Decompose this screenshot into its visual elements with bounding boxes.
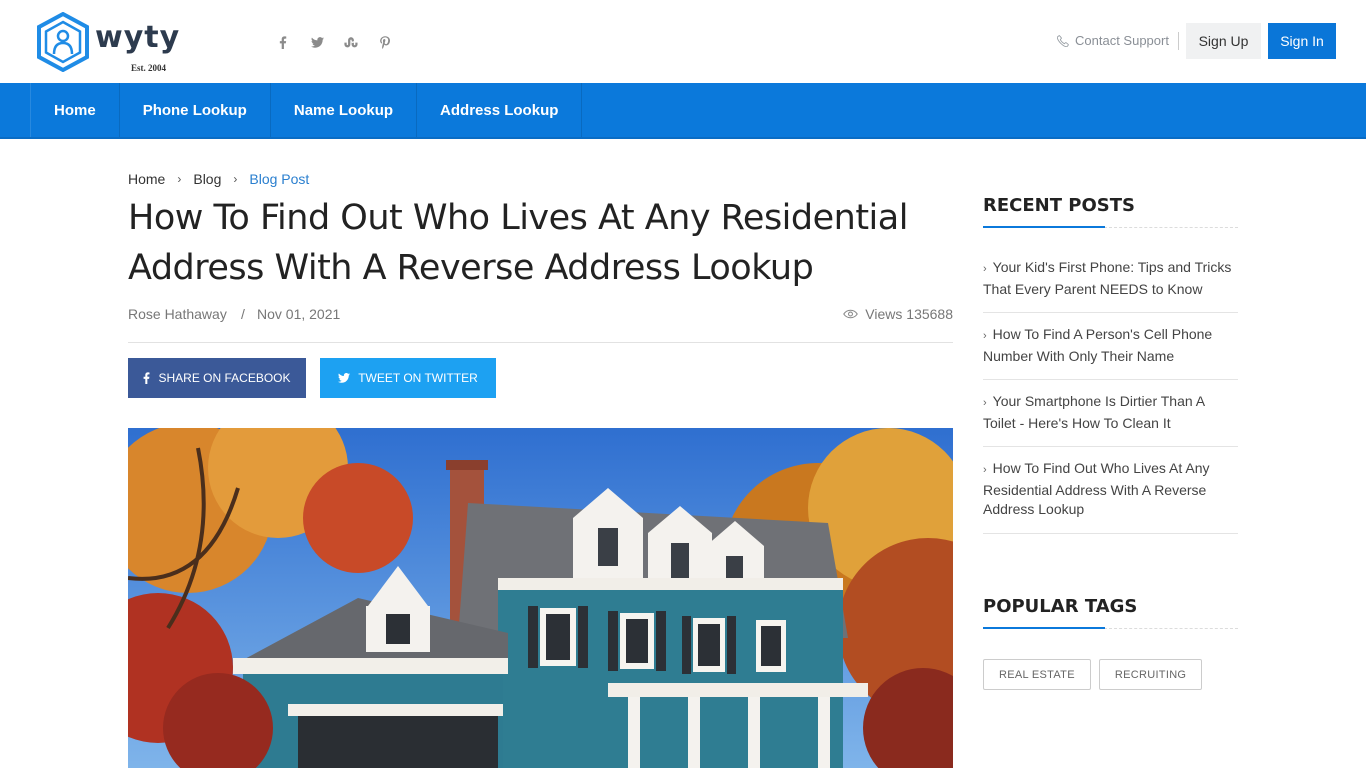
twitter-icon xyxy=(338,373,351,383)
contact-support-link[interactable]: Contact Support xyxy=(1057,33,1169,48)
share-twitter-button[interactable]: TWEET ON TWITTER xyxy=(320,358,496,398)
phone-icon xyxy=(1057,34,1069,47)
logo-wordmark: wyty xyxy=(95,20,181,55)
contact-support-label: Contact Support xyxy=(1075,33,1169,48)
list-item[interactable]: › How To Find A Person's Cell Phone Numbe… xyxy=(983,313,1238,380)
twitter-icon[interactable] xyxy=(310,34,324,50)
facebook-icon[interactable] xyxy=(276,34,290,50)
list-item[interactable]: › How To Find Out Who Lives At Any Reside… xyxy=(983,447,1238,534)
recent-posts-heading: RECENT POSTS xyxy=(983,195,1135,216)
sign-up-button[interactable]: Sign Up xyxy=(1186,23,1261,59)
logo-established: Est. 2004 xyxy=(131,63,167,73)
share-facebook-label: SHARE ON FACEBOOK xyxy=(158,371,291,385)
recent-post-title: How To Find A Person's Cell Phone Number… xyxy=(983,326,1213,364)
meta-separator: / xyxy=(241,306,245,322)
social-links xyxy=(276,34,392,50)
nav-item-home[interactable]: Home xyxy=(31,83,120,137)
breadcrumb: Home › Blog › Blog Post xyxy=(128,171,309,187)
recent-post-title: Your Kid's First Phone: Tips and Tricks … xyxy=(983,259,1232,297)
nav-item-phone-lookup[interactable]: Phone Lookup xyxy=(120,83,271,137)
site-header: wyty Est. 2004 Contact Support Sign Up S… xyxy=(0,0,1366,83)
breadcrumb-home[interactable]: Home xyxy=(128,171,165,187)
chevron-right-icon: › xyxy=(177,172,182,186)
chevron-right-icon: › xyxy=(983,263,987,275)
chevron-right-icon: › xyxy=(233,172,238,186)
article-hero-image xyxy=(128,428,953,768)
popular-tags: REAL ESTATE RECRUITING xyxy=(983,659,1203,690)
share-facebook-button[interactable]: SHARE ON FACEBOOK xyxy=(128,358,306,398)
header-divider xyxy=(1178,32,1179,50)
recent-posts-accent xyxy=(983,226,1105,228)
article-date: Nov 01, 2021 xyxy=(257,306,341,322)
chevron-right-icon: › xyxy=(983,464,987,476)
breadcrumb-blog[interactable]: Blog xyxy=(193,171,221,187)
logo-icon xyxy=(37,12,89,72)
recent-posts-list: › Your Kid's First Phone: Tips and Tricks… xyxy=(983,246,1238,534)
tag-recruiting[interactable]: RECRUITING xyxy=(1098,659,1203,690)
site-logo[interactable]: wyty Est. 2004 xyxy=(36,12,179,74)
main-nav: Home Phone Lookup Name Lookup Address Lo… xyxy=(0,83,1366,139)
article-views: Views 135688 xyxy=(843,306,953,322)
eye-icon xyxy=(843,309,859,319)
chevron-right-icon: › xyxy=(983,330,987,342)
facebook-icon xyxy=(144,372,150,384)
article-meta: Rose Hathaway / Nov 01, 2021 Views 13568… xyxy=(128,306,953,343)
tag-real-estate[interactable]: REAL ESTATE xyxy=(983,659,1091,690)
recent-post-title: Your Smartphone Is Dirtier Than A Toilet… xyxy=(983,393,1205,431)
list-item[interactable]: › Your Smartphone Is Dirtier Than A Toile… xyxy=(983,380,1238,447)
recent-post-title: How To Find Out Who Lives At Any Residen… xyxy=(983,460,1210,517)
popular-tags-accent xyxy=(983,627,1105,629)
pinterest-icon[interactable] xyxy=(378,34,392,50)
views-count: Views 135688 xyxy=(865,306,953,322)
nav-item-address-lookup[interactable]: Address Lookup xyxy=(417,83,583,137)
chevron-right-icon: › xyxy=(983,397,987,409)
breadcrumb-current: Blog Post xyxy=(249,171,310,187)
popular-tags-heading: POPULAR TAGS xyxy=(983,596,1138,617)
stumbleupon-icon[interactable] xyxy=(344,34,358,50)
article-title: How To Find Out Who Lives At Any Residen… xyxy=(128,198,908,288)
article-author[interactable]: Rose Hathaway xyxy=(128,306,227,322)
nav-item-name-lookup[interactable]: Name Lookup xyxy=(271,83,418,137)
sign-in-button[interactable]: Sign In xyxy=(1268,23,1336,59)
share-twitter-label: TWEET ON TWITTER xyxy=(358,371,478,385)
list-item[interactable]: › Your Kid's First Phone: Tips and Tricks… xyxy=(983,246,1238,313)
